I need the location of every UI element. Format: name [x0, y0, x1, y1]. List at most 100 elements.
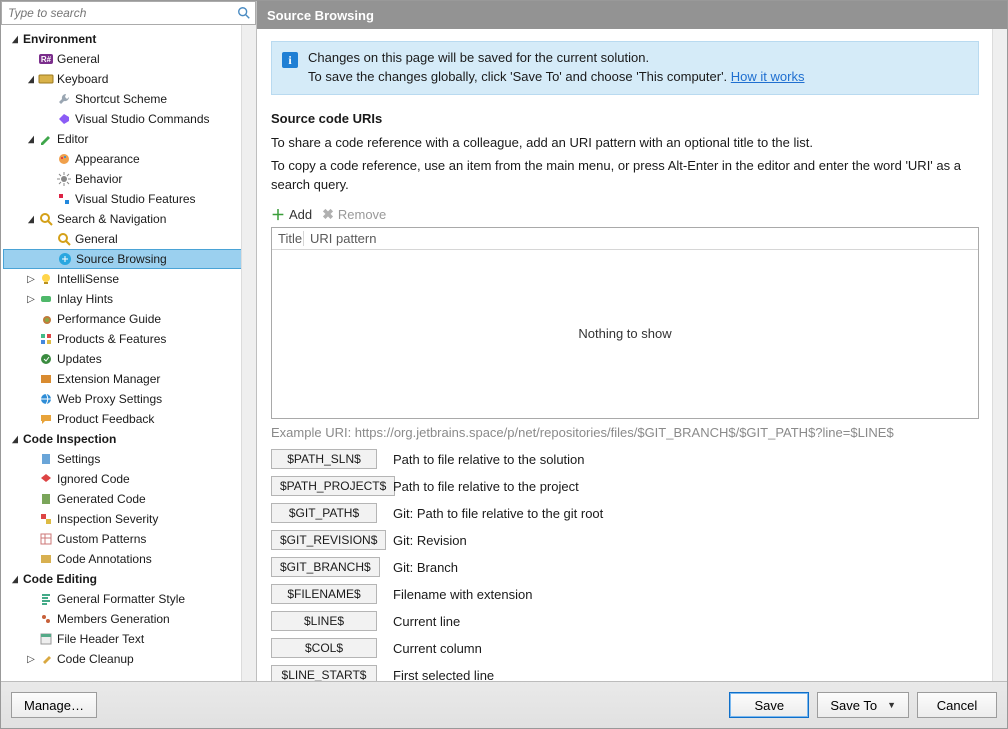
chevron-down-icon[interactable]: ◢ — [10, 34, 20, 45]
chevron-down-icon[interactable]: ◢ — [10, 434, 20, 445]
grid-empty: Nothing to show — [272, 250, 978, 418]
tree-item-label: General — [55, 52, 100, 66]
tree-item-performance-guide[interactable]: Performance Guide — [3, 309, 242, 329]
add-button[interactable]: ＋Add — [271, 205, 312, 225]
tree-item-extension-manager[interactable]: Extension Manager — [3, 369, 242, 389]
variable-token-button[interactable]: $LINE$ — [271, 611, 377, 631]
tree-item-inlay-hints[interactable]: ▷Inlay Hints — [3, 289, 242, 309]
tree-item-source-browsing[interactable]: Source Browsing — [3, 249, 242, 269]
tree-item-general[interactable]: General — [3, 229, 242, 249]
search-box[interactable] — [1, 1, 256, 25]
col-title[interactable]: Title — [272, 231, 304, 246]
settings-icon — [37, 452, 55, 466]
paragraph-2: To copy a code reference, use an item fr… — [271, 157, 979, 195]
variable-description: Path to file relative to the project — [393, 479, 579, 494]
variable-token-button[interactable]: $GIT_PATH$ — [271, 503, 377, 523]
tree-item-settings[interactable]: Settings — [3, 449, 242, 469]
variable-row: $LINE_START$ First selected line — [271, 662, 979, 681]
tree-item-visual-studio-commands[interactable]: Visual Studio Commands — [3, 109, 242, 129]
tree-item-keyboard[interactable]: ◢Keyboard — [3, 69, 242, 89]
chevron-down-icon[interactable]: ◢ — [26, 134, 36, 145]
tree-item-code-cleanup[interactable]: ▷Code Cleanup — [3, 649, 242, 669]
variable-token-button[interactable]: $GIT_BRANCH$ — [271, 557, 380, 577]
variable-description: Filename with extension — [393, 587, 532, 602]
apps-icon — [37, 332, 55, 346]
tree-item-intellisense[interactable]: ▷ IntelliSense — [3, 269, 242, 289]
tree-item-updates[interactable]: Updates — [3, 349, 242, 369]
nav-tree[interactable]: ◢EnvironmentR#General◢KeyboardShortcut S… — [1, 25, 242, 681]
tools-icon — [55, 192, 73, 206]
fmt-icon — [37, 592, 55, 606]
tree-item-general-formatter-style[interactable]: General Formatter Style — [3, 589, 242, 609]
tree-item-visual-studio-features[interactable]: Visual Studio Features — [3, 189, 242, 209]
tree-item-label: Performance Guide — [55, 312, 161, 326]
chevron-down-icon: ▼ — [887, 700, 896, 710]
how-it-works-link[interactable]: How it works — [731, 69, 805, 84]
chevron-right-icon[interactable]: ▷ — [25, 274, 37, 285]
tree-item-generated-code[interactable]: Generated Code — [3, 489, 242, 509]
tree-item-label: Visual Studio Features — [73, 192, 196, 206]
variable-description: First selected line — [393, 668, 494, 681]
variable-row: $GIT_REVISION$ Git: Revision — [271, 527, 979, 554]
palette-icon — [55, 152, 73, 166]
variable-token-button[interactable]: $FILENAME$ — [271, 584, 377, 604]
tree-item-label: File Header Text — [55, 632, 144, 646]
info-icon: i — [282, 52, 298, 68]
scrollbar-thumb[interactable] — [244, 39, 254, 67]
variable-row: $GIT_BRANCH$Git: Branch — [271, 554, 979, 581]
col-uri-pattern[interactable]: URI pattern — [304, 231, 978, 246]
tree-item-label: IntelliSense — [55, 272, 119, 286]
variable-description: Git: Path to file relative to the git ro… — [393, 506, 603, 521]
chevron-right-icon[interactable]: ▷ — [25, 294, 37, 305]
variable-token-button[interactable]: $GIT_REVISION$ — [271, 530, 386, 550]
variable-token-button[interactable]: $COL$ — [271, 638, 377, 658]
tree-item-products-features[interactable]: Products & Features — [3, 329, 242, 349]
tree-item-members-generation[interactable]: Members Generation — [3, 609, 242, 629]
tree-item-label: Products & Features — [55, 332, 166, 346]
scrollbar-thumb[interactable] — [995, 643, 1005, 667]
save-to-button[interactable]: Save To▼ — [817, 692, 909, 718]
tree-item-web-proxy-settings[interactable]: Web Proxy Settings — [3, 389, 242, 409]
tree-item-editor[interactable]: ◢Editor — [3, 129, 242, 149]
tree-item-file-header-text[interactable]: File Header Text — [3, 629, 242, 649]
save-button[interactable]: Save — [729, 692, 809, 718]
chevron-right-icon[interactable]: ▷ — [25, 654, 37, 665]
info-banner: i Changes on this page will be saved for… — [271, 41, 979, 95]
uri-grid[interactable]: Title URI pattern Nothing to show — [271, 227, 979, 419]
variable-token-button[interactable]: $LINE_START$ — [271, 665, 377, 681]
chevron-down-icon[interactable]: ◢ — [26, 74, 36, 85]
tree-item-label: Extension Manager — [55, 372, 160, 386]
tree-item-ignored-code[interactable]: Ignored Code — [3, 469, 242, 489]
variable-token-button[interactable]: $PATH_SLN$ — [271, 449, 377, 469]
browse-icon — [56, 252, 74, 266]
tree-item-code-inspection[interactable]: ◢Code Inspection — [3, 429, 242, 449]
tree-item-appearance[interactable]: Appearance — [3, 149, 242, 169]
tree-item-behavior[interactable]: Behavior — [3, 169, 242, 189]
tree-item-custom-patterns[interactable]: Custom Patterns — [3, 529, 242, 549]
tree-item-code-editing[interactable]: ◢Code Editing — [3, 569, 242, 589]
variable-token-button[interactable]: $PATH_PROJECT$ — [271, 476, 395, 496]
manage-button[interactable]: Manage… — [11, 692, 97, 718]
tree-item-label: General Formatter Style — [55, 592, 185, 606]
search-icon — [233, 6, 255, 20]
tree-item-general[interactable]: R#General — [3, 49, 242, 69]
tree-item-inspection-severity[interactable]: Inspection Severity — [3, 509, 242, 529]
tree-item-code-annotations[interactable]: Code Annotations — [3, 549, 242, 569]
tree-item-environment[interactable]: ◢Environment — [3, 29, 242, 49]
lens-icon — [37, 212, 55, 226]
cancel-button[interactable]: Cancel — [917, 692, 997, 718]
tree-item-shortcut-scheme[interactable]: Shortcut Scheme — [3, 89, 242, 109]
tree-item-search-navigation[interactable]: ◢Search & Navigation — [3, 209, 242, 229]
tree-item-label: Product Feedback — [55, 412, 154, 426]
sev-icon — [37, 512, 55, 526]
banner-line1: Changes on this page will be saved for t… — [308, 50, 804, 65]
variable-description: Git: Revision — [393, 533, 467, 548]
example-uri: Example URI: https://org.jetbrains.space… — [271, 425, 979, 440]
chevron-down-icon[interactable]: ◢ — [26, 214, 36, 225]
search-input[interactable] — [2, 6, 233, 20]
variables-table: $PATH_SLN$Path to file relative to the s… — [271, 446, 979, 681]
tree-item-product-feedback[interactable]: Product Feedback — [3, 409, 242, 429]
chevron-down-icon[interactable]: ◢ — [10, 574, 20, 585]
remove-button[interactable]: ✖Remove — [322, 206, 386, 223]
tree-item-label: Source Browsing — [74, 252, 167, 266]
